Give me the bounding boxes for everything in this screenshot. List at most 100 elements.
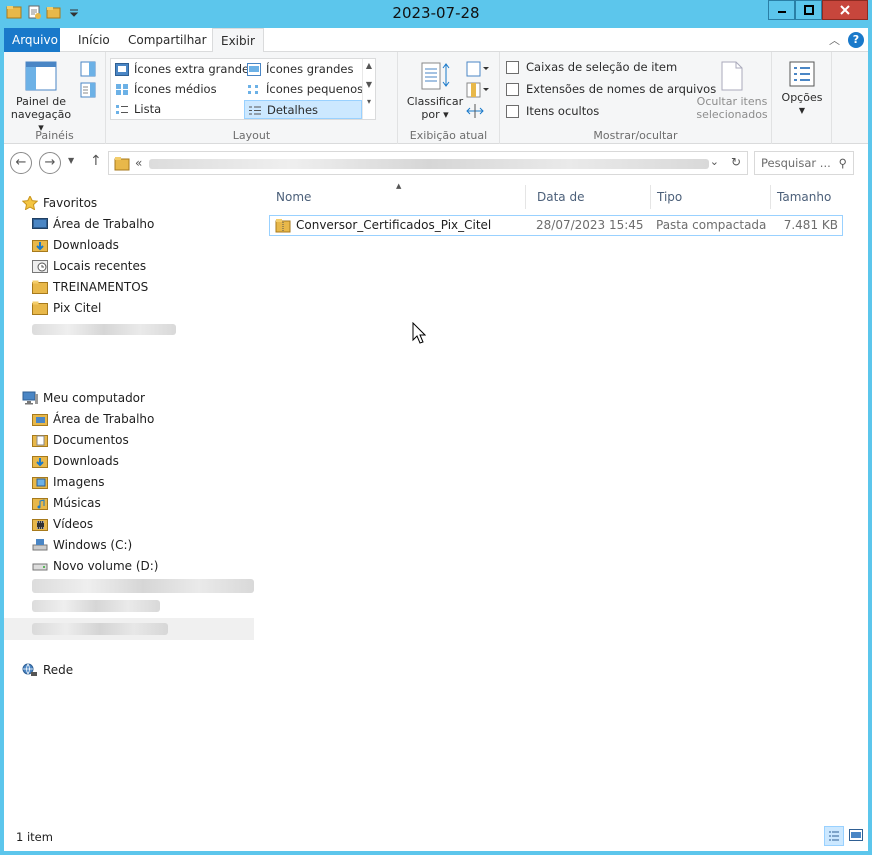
zip-folder-icon bbox=[275, 219, 291, 233]
sort-by-button[interactable]: Classificar por ▾ bbox=[404, 60, 466, 121]
details-view-button[interactable] bbox=[824, 826, 844, 846]
nav-label: Windows (C:) bbox=[53, 538, 133, 552]
item-count: 1 item bbox=[16, 830, 53, 844]
up-arrow-icon[interactable]: ↑ bbox=[90, 153, 102, 169]
documents-folder-icon bbox=[32, 435, 48, 447]
large-icons-view-icon bbox=[849, 829, 863, 841]
system-drive-icon bbox=[32, 539, 48, 551]
back-button[interactable]: ← bbox=[10, 152, 32, 174]
ribbon: Painel de navegação ▾ Painéis Ícones ext… bbox=[4, 52, 868, 144]
column-size[interactable]: Tamanho bbox=[771, 185, 851, 209]
breadcrumb-overflow[interactable]: « bbox=[135, 156, 142, 170]
hide-selected-icon bbox=[721, 61, 743, 91]
layout-small-icons[interactable]: Ícones pequenos bbox=[244, 80, 363, 99]
close-icon bbox=[840, 5, 850, 15]
column-name[interactable]: Nome bbox=[270, 185, 526, 209]
list-icon bbox=[116, 105, 128, 114]
navigation-pane-label: Painel de bbox=[16, 95, 66, 108]
details-view-icon bbox=[829, 831, 839, 841]
recent-locations-icon[interactable]: ▼ bbox=[68, 156, 74, 165]
layout-details[interactable]: Detalhes bbox=[244, 100, 362, 119]
large-icons-view-button[interactable] bbox=[846, 826, 866, 846]
star-icon bbox=[22, 196, 38, 210]
hide-selected-button[interactable]: Ocultar itens selecionados bbox=[696, 60, 768, 121]
tab-home[interactable]: Início bbox=[70, 28, 118, 52]
file-size: 7.481 KB bbox=[783, 218, 838, 232]
favorites-label: Favoritos bbox=[43, 196, 98, 210]
nav-label: Pix Citel bbox=[53, 301, 102, 315]
layout-extra-large-label: Ícones extra grandes bbox=[134, 62, 256, 76]
extra-large-icons-icon bbox=[115, 63, 129, 76]
explorer-window: 2023-07-28 Arquivo Início Compartilhar E… bbox=[4, 0, 868, 851]
address-dropdown-icon[interactable]: ⌄ bbox=[710, 155, 719, 168]
details-pane-icon[interactable] bbox=[80, 82, 96, 98]
layout-extra-large-icons[interactable]: Ícones extra grandes bbox=[112, 60, 255, 79]
file-name: Conversor_Certificados_Pix_Citel bbox=[296, 218, 492, 232]
options-button[interactable]: Opções ▼ bbox=[776, 60, 828, 117]
tab-view[interactable]: Exibir bbox=[212, 28, 264, 53]
search-input[interactable]: Pesquisar ... ⚲ bbox=[754, 151, 854, 175]
file-modified: 28/07/2023 15:45 bbox=[536, 218, 644, 232]
network-icon bbox=[22, 663, 37, 676]
window-title: 2023-07-28 bbox=[392, 4, 480, 22]
sort-label-2: por bbox=[421, 108, 440, 121]
tab-share[interactable]: Compartilhar bbox=[120, 28, 215, 52]
tab-file[interactable]: Arquivo bbox=[4, 28, 60, 52]
table-row[interactable]: Conversor_Certificados_Pix_Citel 28/07/2… bbox=[269, 215, 843, 236]
nav-item-redacted[interactable] bbox=[32, 579, 254, 593]
collapse-ribbon-icon[interactable]: ︿ bbox=[829, 32, 840, 48]
drive-icon bbox=[32, 563, 48, 571]
item-checkboxes-checkbox[interactable]: Caixas de seleção de item bbox=[506, 60, 677, 74]
navigation-pane-button[interactable]: Painel de navegação ▾ bbox=[10, 60, 72, 134]
layout-medium-label: Ícones médios bbox=[134, 82, 217, 96]
address-bar[interactable]: « ⌄ ↻ bbox=[108, 151, 748, 175]
nav-label: Imagens bbox=[53, 475, 105, 489]
folder-icon bbox=[32, 301, 48, 315]
add-columns-icon[interactable] bbox=[466, 82, 490, 98]
group-by-icon[interactable] bbox=[466, 61, 490, 77]
ribbon-tabs: Arquivo Início Compartilhar Exibir ︿ ? bbox=[4, 28, 868, 53]
nav-item-selected-redacted[interactable] bbox=[4, 618, 254, 640]
layout-medium-icons[interactable]: Ícones médios bbox=[112, 80, 242, 99]
maximize-button[interactable] bbox=[795, 0, 822, 20]
refresh-icon[interactable]: ↻ bbox=[731, 155, 741, 169]
nav-item-redacted[interactable] bbox=[32, 324, 176, 335]
layout-large-label: Ícones grandes bbox=[266, 62, 354, 76]
nav-item-redacted[interactable] bbox=[32, 600, 160, 612]
nav-label: Vídeos bbox=[53, 517, 94, 531]
forward-button[interactable]: → bbox=[39, 152, 61, 174]
chevron-up-icon[interactable]: ▲ bbox=[363, 61, 375, 70]
layout-gallery-scroll[interactable]: ▲ ▼ ▾ bbox=[362, 59, 375, 119]
navigation-pane-icon bbox=[25, 61, 57, 91]
window-controls bbox=[768, 0, 868, 20]
more-icon[interactable]: ▾ bbox=[363, 97, 375, 106]
vertical-scrollbar[interactable] bbox=[851, 182, 868, 822]
address-path-redacted bbox=[149, 159, 709, 169]
folder-icon bbox=[114, 157, 130, 171]
back-arrow-icon: ← bbox=[15, 155, 27, 170]
column-modified[interactable]: Data de modificaç... bbox=[531, 185, 651, 228]
show-hide-group-label: Mostrar/ocultar bbox=[593, 129, 678, 142]
pictures-folder-icon bbox=[32, 477, 48, 489]
minimize-button[interactable] bbox=[768, 0, 795, 20]
preview-pane-icon[interactable] bbox=[80, 61, 96, 77]
current-view-group: Classificar por ▾ Exibição atual bbox=[398, 52, 500, 144]
layout-large-icons[interactable]: Ícones grandes bbox=[244, 60, 362, 79]
hidden-items-checkbox[interactable]: Itens ocultos bbox=[506, 104, 599, 118]
chevron-down-icon[interactable]: ▼ bbox=[363, 80, 375, 89]
nav-label: Downloads bbox=[53, 238, 119, 252]
title-bar[interactable]: 2023-07-28 bbox=[4, 0, 868, 28]
downloads-folder-icon bbox=[32, 456, 48, 468]
medium-icons-icon bbox=[116, 84, 128, 95]
layout-list[interactable]: Lista bbox=[112, 100, 242, 119]
layout-details-label: Detalhes bbox=[267, 103, 319, 117]
size-columns-icon[interactable] bbox=[466, 103, 484, 119]
close-button[interactable] bbox=[822, 0, 868, 20]
recent-places-icon bbox=[32, 260, 48, 273]
minimize-icon bbox=[777, 11, 786, 13]
file-extensions-checkbox[interactable]: Extensões de nomes de arquivos bbox=[506, 82, 716, 96]
column-type[interactable]: Tipo bbox=[651, 185, 771, 209]
search-icon[interactable]: ⚲ bbox=[839, 152, 847, 174]
computer-label: Meu computador bbox=[43, 391, 145, 405]
help-icon[interactable]: ? bbox=[848, 32, 864, 48]
